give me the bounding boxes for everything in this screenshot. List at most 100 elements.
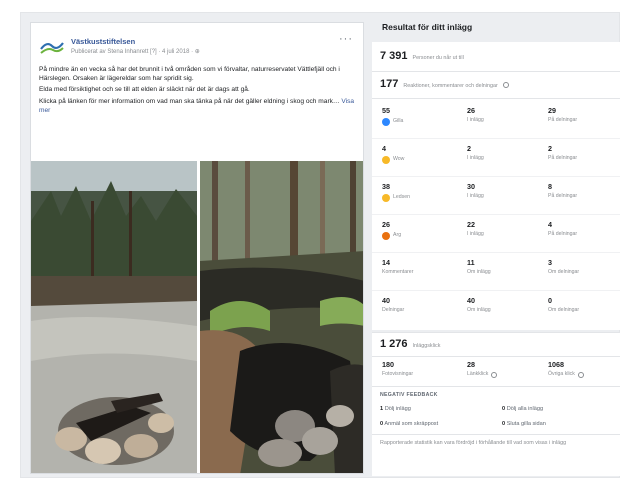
reaction-total: 55	[382, 106, 390, 115]
shares-on-post-value: 40	[467, 296, 475, 305]
clicks-value: 1 276	[380, 338, 408, 350]
negative-item-unlike-page: 0 Sluta gilla sidan	[502, 421, 546, 427]
divider	[372, 290, 620, 291]
photo-burnt-campfire[interactable]	[31, 161, 197, 473]
link-clicks-label-row: Länkklick	[467, 371, 498, 378]
reach-label: Personer du når ut till	[412, 55, 464, 61]
shares-on-post-label: Om inlägg	[467, 307, 491, 313]
negative-value: 0	[502, 406, 506, 412]
insights-title: Resultat för ditt inlägg	[382, 22, 473, 32]
negative-label: Dölj alla inlägg	[506, 406, 544, 412]
reactions-grid: 55 Gilla 26 I inlägg 29 På delningar 4 W…	[372, 100, 620, 330]
clicks-row: 1 276 Inläggsklick	[380, 338, 440, 350]
reaction-on-shares: 2 På delningar	[548, 144, 577, 161]
negative-label: Sluta gilla sidan	[506, 421, 546, 427]
reaction-on-shares: 4 På delningar	[548, 220, 577, 237]
reaction-on-shares-label: På delningar	[548, 117, 578, 123]
reaction-on-post: 22 I inlägg	[467, 220, 484, 237]
reaction-label-text: Wow	[393, 156, 405, 162]
shares-total-label: Delningar	[382, 307, 405, 313]
reaction-on-post-value: 26	[467, 106, 475, 115]
shares-on-shares-label: Om delningar	[548, 307, 580, 313]
comments-on-post: 11 Om inlägg	[467, 258, 491, 275]
divider	[372, 386, 620, 387]
reaction-on-shares-label: På delningar	[548, 155, 578, 161]
reaction-on-shares-label: På delningar	[548, 231, 578, 237]
sad-icon	[382, 194, 390, 202]
reaction-on-post-label: I inlägg	[467, 231, 484, 237]
other-clicks: 1068 Övriga klick	[548, 360, 584, 378]
negative-value: 0	[380, 421, 384, 427]
comments-on-shares-label: Om delningar	[548, 269, 580, 275]
post-photos	[31, 161, 363, 473]
clicks-label: Inläggsklick	[412, 343, 441, 349]
globe-icon: ⊕	[194, 49, 200, 55]
comments-total-value: 14	[382, 258, 390, 267]
other-clicks-label-row: Övriga klick	[548, 371, 584, 378]
engagement-value: 177	[380, 78, 399, 90]
negative-feedback-title: NEGATIV FEEDBACK	[380, 392, 438, 398]
reaction-on-post-label: I inlägg	[467, 117, 484, 123]
page-name[interactable]: Västkuststiftelsen	[71, 37, 135, 46]
wow-icon	[382, 156, 390, 164]
reaction-total: 38	[382, 182, 390, 191]
link-clicks: 28 Länkklick	[467, 360, 498, 378]
info-icon[interactable]	[577, 372, 584, 378]
reaction-total: 26	[382, 220, 390, 229]
reaction-on-post-value: 2	[467, 144, 471, 153]
divider	[372, 71, 620, 72]
negative-value: 1	[380, 406, 384, 412]
negative-label: Dölj inlägg	[384, 406, 411, 412]
link-clicks-label: Länkklick	[467, 371, 489, 377]
page-logo-icon[interactable]	[39, 35, 65, 57]
post-header: Västkuststiftelsen Publicerat av Stena I…	[31, 23, 363, 65]
reaction-on-post-value: 30	[467, 182, 475, 191]
post-paragraph: Elda med försiktighet och se till att el…	[39, 86, 250, 94]
engagement-row: 177 Reaktioner, kommentarer och delninga…	[380, 78, 509, 90]
reaction-on-shares: 29 På delningar	[548, 106, 577, 123]
photo-views: 180 Fotovisningar	[382, 360, 413, 377]
other-clicks-label: Övriga klick	[548, 371, 575, 377]
angry-icon	[382, 232, 390, 240]
comments-on-shares-value: 3	[548, 258, 552, 267]
comments-on-post-value: 11	[467, 258, 475, 267]
negative-label: Anmäl som skräppost	[384, 421, 439, 427]
clicks-card	[372, 332, 620, 476]
post-paragraph-text: Klicka på länken för mer information om …	[39, 97, 342, 105]
reach-value: 7 391	[380, 50, 408, 62]
negative-item-hide-all: 0 Dölj alla inlägg	[502, 406, 543, 412]
negative-item-report-spam: 0 Anmäl som skräppost	[380, 421, 438, 427]
divider	[372, 434, 620, 435]
photo-views-value: 180	[382, 360, 394, 369]
reach-row: 7 391 Personer du når ut till	[380, 50, 464, 62]
reaction-total-like: 55 Gilla	[382, 106, 403, 126]
photo-burnt-forest[interactable]	[200, 161, 363, 473]
divider	[372, 176, 620, 177]
reaction-on-shares-value: 4	[548, 220, 552, 229]
info-icon[interactable]	[502, 82, 509, 88]
more-options-button[interactable]: ···	[339, 33, 353, 45]
reaction-on-shares-value: 2	[548, 144, 552, 153]
divider	[372, 98, 620, 99]
reaction-label: Arg	[382, 231, 401, 240]
shares-on-shares-value: 0	[548, 296, 552, 305]
photo-views-label: Fotovisningar	[382, 371, 414, 377]
facebook-post: Västkuststiftelsen Publicerat av Stena I…	[30, 22, 364, 474]
negative-item-hide-post: 1 Dölj inlägg	[380, 406, 411, 412]
reaction-total-angry: 26 Arg	[382, 220, 401, 240]
other-clicks-value: 1068	[548, 360, 564, 369]
shares-on-shares: 0 Om delningar	[548, 296, 579, 313]
like-icon	[382, 118, 390, 126]
post-meta-text: Publicerat av Stena Inhanrett [?] · 4 ju…	[71, 49, 195, 55]
reaction-on-post: 30 I inlägg	[467, 182, 484, 199]
post-text: På mindre än en vecka så har det brunnit…	[31, 65, 363, 115]
comments-total-label: Kommentarer	[382, 269, 414, 275]
divider	[372, 252, 620, 253]
reaction-on-post-value: 22	[467, 220, 475, 229]
divider	[372, 356, 620, 357]
divider	[372, 138, 620, 139]
comments-total: 14 Kommentarer	[382, 258, 413, 275]
divider	[372, 214, 620, 215]
reaction-on-shares: 8 På delningar	[548, 182, 577, 199]
post-meta: Publicerat av Stena Inhanrett [?] · 4 ju…	[71, 48, 200, 55]
